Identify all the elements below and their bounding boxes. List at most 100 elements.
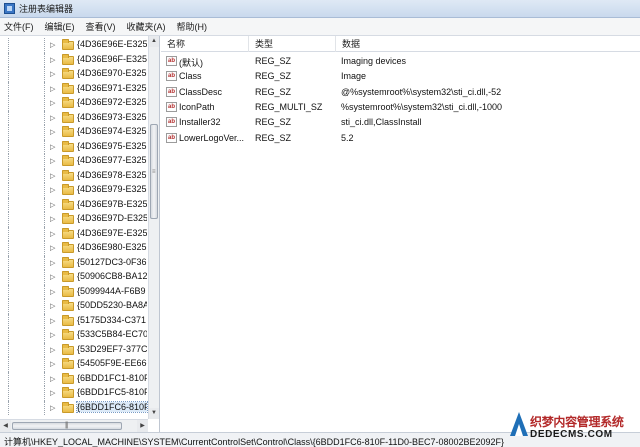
scroll-up-arrow-icon[interactable]: ▲ (149, 36, 159, 47)
tree-guide-lines (8, 52, 45, 68)
column-header-data[interactable]: 数据 (336, 36, 640, 52)
value-type: REG_SZ (255, 86, 292, 97)
tree-item[interactable]: ▷ {4D36E971-E325 (0, 81, 148, 97)
tree-horizontal-scrollbar[interactable]: ◀ ||| ▶ (0, 419, 148, 432)
value-row[interactable]: ab (默认) REG_SZ Imaging devices (161, 54, 640, 69)
expand-arrow-icon[interactable]: ▷ (50, 360, 55, 369)
expand-arrow-icon[interactable]: ▷ (50, 244, 55, 253)
tree-item[interactable]: ▷ {4D36E972-E325 (0, 96, 148, 111)
value-name: Class (179, 71, 202, 82)
expand-arrow-icon[interactable]: ▷ (50, 114, 55, 123)
expand-arrow-icon[interactable]: ▷ (50, 143, 55, 152)
expand-arrow-icon[interactable]: ▷ (50, 186, 55, 195)
tree-item-label: {4D36E975-E325 (77, 140, 147, 151)
tree-item[interactable]: ▷ {4D36E970-E325 (0, 67, 148, 82)
expand-arrow-icon[interactable]: ▷ (50, 302, 55, 311)
tree-item[interactable]: ▷ {4D36E97E-E325 (0, 226, 148, 242)
tree-item[interactable]: ▷ {4D36E980-E325 (0, 241, 148, 256)
expand-arrow-icon[interactable]: ▷ (50, 389, 55, 398)
tree-item[interactable]: ▷ {4D36E96F-E325 (0, 52, 148, 68)
tree-item[interactable]: ▷ {6BDD1FC5-810F (0, 386, 148, 401)
value-data: Imaging devices (341, 56, 407, 66)
expand-arrow-icon[interactable]: ▷ (50, 70, 55, 79)
tree-guide-lines (8, 38, 45, 53)
tree-item-label: {4D36E97B-E325 (77, 198, 147, 209)
horizontal-scroll-thumb[interactable]: ||| (12, 422, 122, 430)
grip-icon: ≡ (152, 169, 155, 175)
tree-item[interactable]: ▷ {4D36E977-E325 (0, 154, 148, 169)
tree-vertical-scrollbar[interactable]: ▲ ≡ ▼ (148, 36, 159, 419)
expand-arrow-icon[interactable]: ▷ (50, 41, 55, 50)
value-data: Image (341, 71, 367, 82)
tree-item-label: {50906CB8-BA12 (77, 271, 147, 281)
expand-arrow-icon[interactable]: ▷ (50, 375, 55, 384)
expand-arrow-icon[interactable]: ▷ (50, 404, 55, 413)
value-type: REG_SZ (255, 71, 292, 82)
expand-arrow-icon[interactable]: ▷ (50, 85, 55, 94)
menu-view[interactable]: 查看(V) (86, 20, 116, 33)
tree-item[interactable]: ▷ {4D36E973-E325 (0, 110, 148, 126)
value-type: REG_SZ (255, 132, 292, 143)
tree-item-label: {50127DC3-0F36 (77, 256, 147, 267)
tree-item[interactable]: ▷ {50DD5230-BA8A (0, 299, 148, 314)
value-row[interactable]: ab Installer32 REG_SZ sti_ci.dll,ClassInsta… (161, 115, 640, 130)
tree-item[interactable]: ▷ {50906CB8-BA12 (0, 270, 148, 285)
expand-arrow-icon[interactable]: ▷ (50, 56, 55, 65)
value-row[interactable]: ab Class REG_SZ Image (161, 69, 640, 84)
expand-arrow-icon[interactable]: ▷ (50, 346, 55, 355)
menu-edit[interactable]: 编辑(E) (45, 20, 75, 33)
scroll-down-arrow-icon[interactable]: ▼ (149, 408, 159, 419)
tree-item[interactable]: ▷ {4D36E979-E325 (0, 183, 148, 198)
tree-item[interactable]: ▷ {4D36E97D-E325 (0, 212, 148, 227)
expand-arrow-icon[interactable]: ▷ (50, 273, 55, 282)
tree-item-label: {4D36E972-E325 (77, 97, 147, 107)
value-type: REG_SZ (255, 117, 292, 128)
expand-arrow-icon[interactable]: ▷ (50, 128, 55, 137)
tree-item[interactable]: ▷ {5175D334-C371 (0, 313, 148, 329)
folder-icon (62, 314, 74, 326)
tree-guide-lines (8, 299, 45, 314)
scroll-left-arrow-icon[interactable]: ◀ (0, 420, 11, 432)
expand-arrow-icon[interactable]: ▷ (50, 215, 55, 224)
vertical-scroll-thumb[interactable]: ≡ (150, 124, 158, 219)
tree-item[interactable]: ▷ {5099944A-F6B9 (0, 284, 148, 300)
folder-icon (62, 285, 74, 297)
expand-arrow-icon[interactable]: ▷ (50, 99, 55, 108)
scroll-right-arrow-icon[interactable]: ▶ (137, 420, 148, 432)
expand-arrow-icon[interactable]: ▷ (50, 172, 55, 181)
tree-item[interactable]: ▷ {4D36E97B-E325 (0, 197, 148, 213)
expand-arrow-icon[interactable]: ▷ (50, 259, 55, 268)
value-data: sti_ci.dll,ClassInstall (341, 117, 422, 128)
tree-item[interactable]: ▷ {50127DC3-0F36 (0, 255, 148, 271)
tree-item[interactable]: ▷ {533C5B84-EC70 (0, 328, 148, 343)
value-row[interactable]: ab IconPath REG_MULTI_SZ %systemroot%\syste… (161, 100, 640, 115)
tree-item[interactable]: ▷ {54505F9E-EE66- (0, 357, 148, 372)
value-row[interactable]: ab ClassDesc REG_SZ @%systemroot%\system32\… (161, 85, 640, 100)
menu-file[interactable]: 文件(F) (4, 20, 34, 33)
value-row[interactable]: ab LowerLogoVer... REG_SZ 5.2 (161, 131, 640, 146)
tree-item[interactable]: ▷ {4D36E974-E325 (0, 125, 148, 140)
menu-favorites[interactable]: 收藏夹(A) (127, 20, 166, 33)
menu-help[interactable]: 帮助(H) (177, 20, 208, 33)
tree-item[interactable]: ▷ {4D36E975-E325 (0, 139, 148, 155)
tree-item[interactable]: ▷ {4D36E978-E325 (0, 168, 148, 184)
expand-arrow-icon[interactable]: ▷ (50, 331, 55, 340)
tree-item-label: {4D36E978-E325 (77, 169, 147, 180)
tree-item-label: {533C5B84-EC70 (77, 329, 147, 339)
expand-arrow-icon[interactable]: ▷ (50, 317, 55, 326)
title-bar: 注册表编辑器 (0, 0, 640, 18)
tree-item[interactable]: ▷ {53D29EF7-377C (0, 342, 148, 358)
tree-item[interactable]: ▷ {6BDD1FC1-810F (0, 371, 148, 387)
expand-arrow-icon[interactable]: ▷ (50, 157, 55, 166)
tree-item-label: {4D36E971-E325 (77, 82, 147, 93)
expand-arrow-icon[interactable]: ▷ (50, 230, 55, 239)
tree-item[interactable]: ▷ {6BDD1FC6-810F (0, 400, 148, 416)
column-header-type[interactable]: 类型 (249, 36, 336, 52)
tree-item[interactable]: ▷ {4D36E96E-E325 (0, 38, 148, 53)
folder-icon (62, 126, 74, 137)
tree-item-label: {4D36E977-E325 (77, 155, 147, 165)
expand-arrow-icon[interactable]: ▷ (50, 201, 55, 210)
tree-guide-lines (8, 371, 45, 387)
column-header-name[interactable]: 名称 (161, 36, 249, 52)
expand-arrow-icon[interactable]: ▷ (50, 288, 55, 297)
